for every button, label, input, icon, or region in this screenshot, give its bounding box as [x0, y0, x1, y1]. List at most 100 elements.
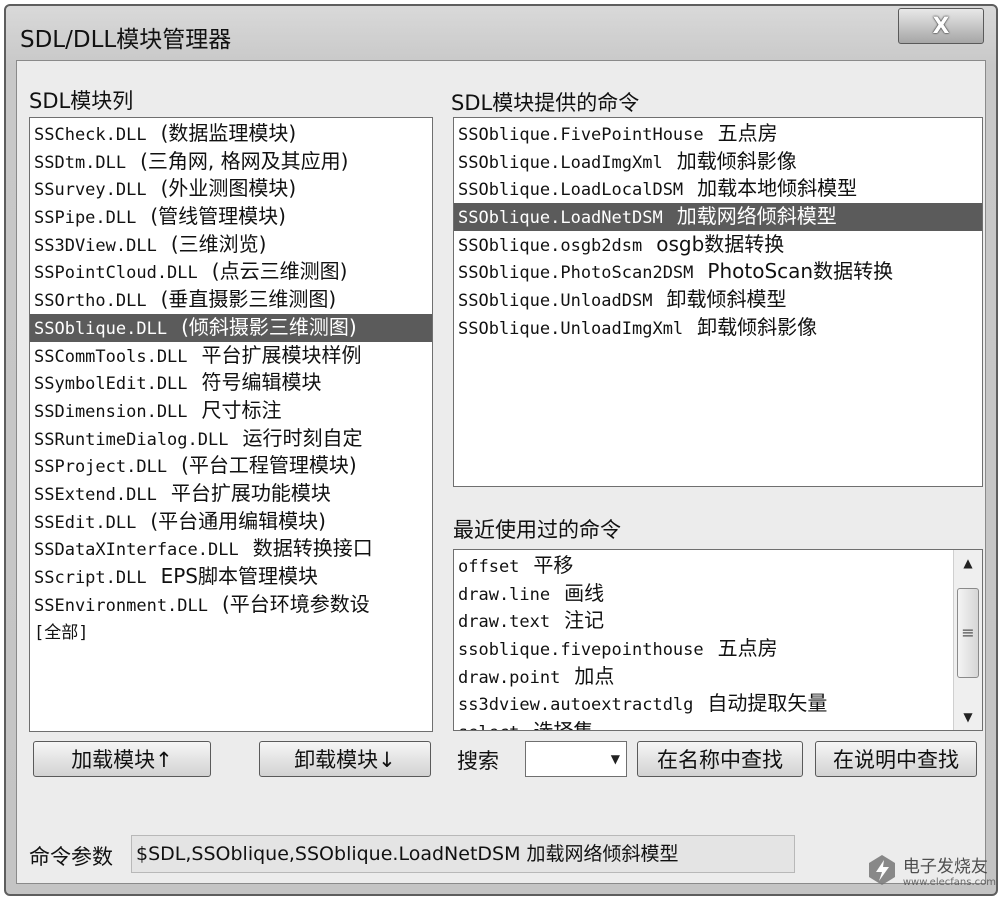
recent-command-item[interactable]: ss3dview.autoextractdlg 自动提取矢量: [454, 690, 954, 718]
scroll-up-icon[interactable]: ▲: [954, 550, 982, 576]
command-list-item[interactable]: SSOblique.LoadNetDSM 加载网络倾斜模型: [454, 203, 982, 231]
module-list-item[interactable]: SSOblique.DLL (倾斜摄影三维测图): [30, 313, 432, 342]
find-in-description-button[interactable]: 在说明中查找: [815, 741, 977, 777]
recent-command-item-name: ss3dview.autoextractdlg: [458, 695, 694, 716]
module-list-item-name: SSCheck.DLL: [34, 125, 147, 145]
module-list-item[interactable]: SSProject.DLL (平台工程管理模块): [30, 452, 432, 480]
module-list-item[interactable]: SSCheck.DLL (数据监理模块): [30, 120, 432, 148]
recent-scrollbar[interactable]: ▲ ≡ ▼: [953, 550, 982, 730]
module-list-item-description: 尺寸标注: [201, 397, 282, 422]
window-title: SDL/DLL模块管理器: [20, 27, 232, 53]
command-list-item-description: 卸载倾斜影像: [697, 314, 818, 339]
module-list-item-description: EPS脚本管理模块: [160, 564, 318, 588]
commands-list[interactable]: SSOblique.FivePointHouse 五点房 SSOblique.Loa…: [453, 117, 983, 487]
module-list-item[interactable]: SSCommTools.DLL 平台扩展模块样例: [30, 342, 432, 370]
scroll-down-icon[interactable]: ▼: [954, 704, 982, 730]
command-list-item-description: 加载本地倾斜模型: [697, 176, 858, 201]
module-list-item[interactable]: [全部]: [30, 618, 432, 646]
find-in-name-button[interactable]: 在名称中查找: [637, 741, 803, 777]
command-list-item-name: SSOblique.UnloadImgXml: [458, 318, 684, 339]
module-list-item-description: 平台扩展模块样例: [201, 342, 362, 367]
command-list-item-description: 加载倾斜影像: [676, 148, 797, 173]
module-list-item[interactable]: SSOrtho.DLL (垂直摄影三维测图): [30, 286, 432, 314]
module-list-item[interactable]: SSRuntimeDialog.DLL 运行时刻自定: [30, 425, 432, 453]
module-list-item-name: SSOblique.DLL: [34, 318, 168, 339]
command-list-item-description: 加载网络倾斜模型: [676, 204, 837, 229]
watermark-url: www.elecfans.com: [902, 877, 996, 888]
module-list-item-name: SSExtend.DLL: [34, 484, 157, 505]
command-list-item[interactable]: SSOblique.UnloadImgXml 卸载倾斜影像: [454, 314, 982, 342]
module-list-item-description: (垂直摄影三维测图): [160, 287, 337, 312]
command-list-item[interactable]: SSOblique.LoadImgXml 加载倾斜影像: [454, 148, 982, 176]
module-list-item-description: (管线管理模块): [150, 204, 286, 229]
close-button[interactable]: X: [898, 8, 984, 44]
command-list-item[interactable]: SSOblique.PhotoScan2DSM PhotoScan数据转换: [454, 258, 982, 286]
load-module-button[interactable]: 加载模块↑: [33, 741, 211, 777]
recent-command-item[interactable]: select 选择集: [454, 718, 954, 730]
recent-command-item[interactable]: draw.point 加点: [454, 663, 954, 691]
command-list-item-description: 卸载倾斜模型: [666, 287, 787, 312]
command-list-item-description: 五点房: [717, 121, 778, 145]
command-list-item[interactable]: SSOblique.osgb2dsm osgb数据转换: [454, 231, 982, 259]
module-list-item[interactable]: SSPipe.DLL (管线管理模块): [30, 203, 432, 231]
module-list-item-description: (数据监理模块): [160, 121, 297, 145]
module-list-item-name: SS3DView.DLL: [34, 235, 157, 256]
module-list-item[interactable]: SSEdit.DLL (平台通用编辑模块): [30, 508, 432, 536]
recent-commands-list[interactable]: offset 平移 draw.line 画线 draw.text 注记 ssoblique.…: [453, 549, 983, 731]
module-list-item-description: 运行时刻自定: [242, 425, 363, 450]
unload-module-button[interactable]: 卸载模块↓: [259, 741, 431, 777]
module-list-item-name: SSEdit.DLL: [34, 512, 137, 533]
recent-command-item-name: draw.text: [458, 612, 551, 633]
recent-command-item[interactable]: draw.line 画线: [454, 580, 954, 608]
module-list-item[interactable]: SSymbolEdit.DLL 符号编辑模块: [30, 369, 432, 397]
module-list[interactable]: SSCheck.DLL (数据监理模块) SSDtm.DLL (三角网, 格网及其应用…: [29, 117, 433, 732]
commands-list-label: SDL模块提供的命令: [451, 91, 640, 115]
scroll-thumb[interactable]: ≡: [957, 588, 979, 678]
module-list-item-name: SSDataXInterface.DLL: [34, 540, 239, 561]
module-list-item-name: SSPointCloud.DLL: [34, 263, 198, 284]
module-list-item-name: SSDimension.DLL: [34, 401, 188, 422]
module-list-item-description: 平台扩展功能模块: [170, 480, 331, 505]
command-list-item-description: PhotoScan数据转换: [707, 259, 894, 284]
recent-command-item[interactable]: offset 平移: [454, 552, 954, 580]
command-params-field[interactable]: $SDL,SSOblique,SSOblique.LoadNetDSM 加载网络…: [131, 835, 795, 873]
command-list-item-name: SSOblique.LoadLocalDSM: [458, 180, 684, 201]
module-list-item-name: SSurvey.DLL: [34, 180, 147, 201]
module-list-item-name: SScript.DLL: [34, 568, 147, 588]
command-list-item-name: SSOblique.UnloadDSM: [458, 291, 653, 312]
module-list-item[interactable]: SSurvey.DLL (外业测图模块): [30, 175, 432, 203]
recent-command-item-name: offset: [458, 557, 520, 577]
dll-manager-window: SDL/DLL模块管理器 X SDL模块列 SSCheck.DLL (数据监理模块…: [4, 4, 998, 896]
module-list-item-description: 符号编辑模块: [201, 370, 322, 395]
module-list-item[interactable]: SScript.DLL EPS脚本管理模块: [30, 563, 432, 591]
module-list-item[interactable]: SSPointCloud.DLL (点云三维测图): [30, 258, 432, 286]
command-list-item[interactable]: SSOblique.UnloadDSM 卸载倾斜模型: [454, 286, 982, 314]
dropdown-arrow-icon[interactable]: ▼: [611, 752, 620, 766]
module-list-item-description: (三角网, 格网及其应用): [140, 148, 349, 173]
recent-command-item[interactable]: ssoblique.fivepointhouse 五点房: [454, 635, 954, 663]
title-bar[interactable]: SDL/DLL模块管理器 X: [6, 6, 996, 62]
command-list-item-name: SSOblique.LoadNetDSM: [458, 208, 663, 229]
watermark-text: 电子发烧友: [902, 857, 988, 877]
command-list-item[interactable]: SSOblique.LoadLocalDSM 加载本地倾斜模型: [454, 175, 982, 203]
module-list-item-description: (倾斜摄影三维测图): [181, 314, 357, 339]
module-list-item[interactable]: SS3DView.DLL (三维浏览): [30, 231, 432, 259]
module-list-item-description: (点云三维测图): [211, 259, 348, 284]
module-list-item-name: SSymbolEdit.DLL: [34, 374, 188, 395]
recent-command-item-name: draw.line: [458, 584, 551, 605]
recent-command-item[interactable]: draw.text 注记: [454, 607, 954, 635]
module-list-item-description: (平台环境参数设: [222, 591, 370, 616]
module-list-item[interactable]: SSDataXInterface.DLL 数据转换接口: [30, 535, 432, 563]
command-list-item[interactable]: SSOblique.FivePointHouse 五点房: [454, 120, 982, 148]
watermark: 电子发烧友 www.elecfans.com: [865, 852, 996, 888]
module-list-item[interactable]: SSDtm.DLL (三角网, 格网及其应用): [30, 148, 432, 176]
search-combobox[interactable]: ▼: [525, 741, 627, 777]
module-list-item[interactable]: SSDimension.DLL 尺寸标注: [30, 397, 432, 425]
module-list-item-name: SSEnvironment.DLL: [34, 595, 208, 616]
module-list-item[interactable]: SSExtend.DLL 平台扩展功能模块: [30, 480, 432, 508]
command-list-item-name: SSOblique.PhotoScan2DSM: [458, 263, 694, 284]
module-list-item-name: SSCommTools.DLL: [34, 346, 188, 367]
module-list-item-description: (三维浏览): [170, 231, 267, 256]
module-list-item-name: SSOrtho.DLL: [34, 291, 147, 312]
module-list-item[interactable]: SSEnvironment.DLL (平台环境参数设: [30, 591, 432, 619]
